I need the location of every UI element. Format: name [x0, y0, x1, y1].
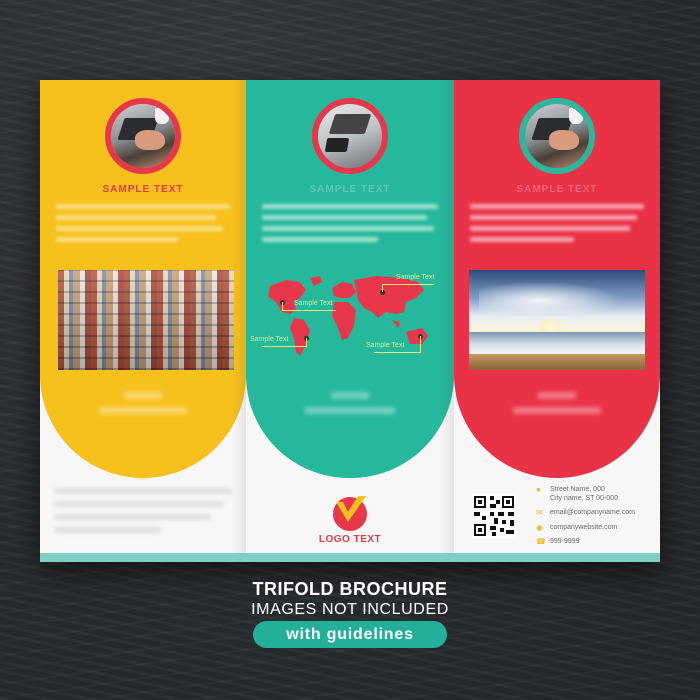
- panel-middle-title: SAMPLE TEXT: [309, 184, 391, 195]
- panel-middle: SAMPLE TEXT Sample Text Sample Text Samp…: [246, 80, 454, 562]
- location-pin-icon: ●: [536, 485, 541, 494]
- photo-circle-laptop-right: [519, 98, 595, 174]
- placeholder-text-block-bottom: [54, 488, 232, 536]
- map-label: Sample Text: [250, 336, 289, 343]
- world-map: Sample Text Sample Text Sample Text Samp…: [250, 268, 444, 378]
- mail-icon: ✉: [536, 508, 543, 517]
- contact-email: ✉ email@companyname.com: [536, 508, 635, 517]
- globe-icon: ◉: [536, 522, 543, 532]
- contact-block: ● Street Name, 000 City name, ST 00-000 …: [532, 486, 656, 553]
- guidelines-badge: with guidelines: [253, 621, 447, 648]
- placeholder-heading-block: [494, 392, 620, 452]
- map-label: Sample Text: [294, 300, 333, 307]
- placeholder-text-block: [470, 204, 644, 248]
- panel-right: SAMPLE TEXT ● Street Name, 000 City name…: [454, 80, 660, 562]
- logo-check-icon: [333, 496, 367, 531]
- panel-left: SAMPLE TEXT: [40, 80, 246, 562]
- logo-text: LOGO TEXT: [318, 534, 382, 545]
- beach-photo: [469, 270, 645, 370]
- placeholder-text-block: [56, 204, 230, 248]
- map-label: Sample Text: [396, 274, 435, 281]
- contact-address: ● Street Name, 000 City name, ST 00-000: [536, 485, 618, 502]
- placeholder-text-block: [262, 204, 438, 248]
- bottom-strip: [40, 553, 660, 562]
- caption-subtitle: IMAGES NOT INCLUDED: [251, 601, 449, 618]
- qr-code-icon: [472, 494, 516, 538]
- city-photo: [58, 270, 234, 370]
- panel-right-title: SAMPLE TEXT: [516, 184, 598, 195]
- phone-icon: ☎: [536, 537, 546, 546]
- placeholder-heading-block: [286, 392, 414, 452]
- contact-website: ◉ companywebsite.com: [536, 522, 618, 532]
- map-label: Sample Text: [366, 342, 405, 349]
- placeholder-heading-block: [80, 392, 206, 452]
- photo-circle-devices: [312, 98, 388, 174]
- contact-phone: ☎ 999-9999: [536, 537, 580, 546]
- panel-left-title: SAMPLE TEXT: [102, 184, 184, 195]
- logo: LOGO TEXT: [246, 492, 454, 545]
- caption-title: TRIFOLD BROCHURE: [252, 579, 448, 599]
- photo-circle-laptop: [105, 98, 181, 174]
- trifold-brochure: SAMPLE TEXT SAMPLE TEXT Sample Text Samp…: [40, 80, 660, 562]
